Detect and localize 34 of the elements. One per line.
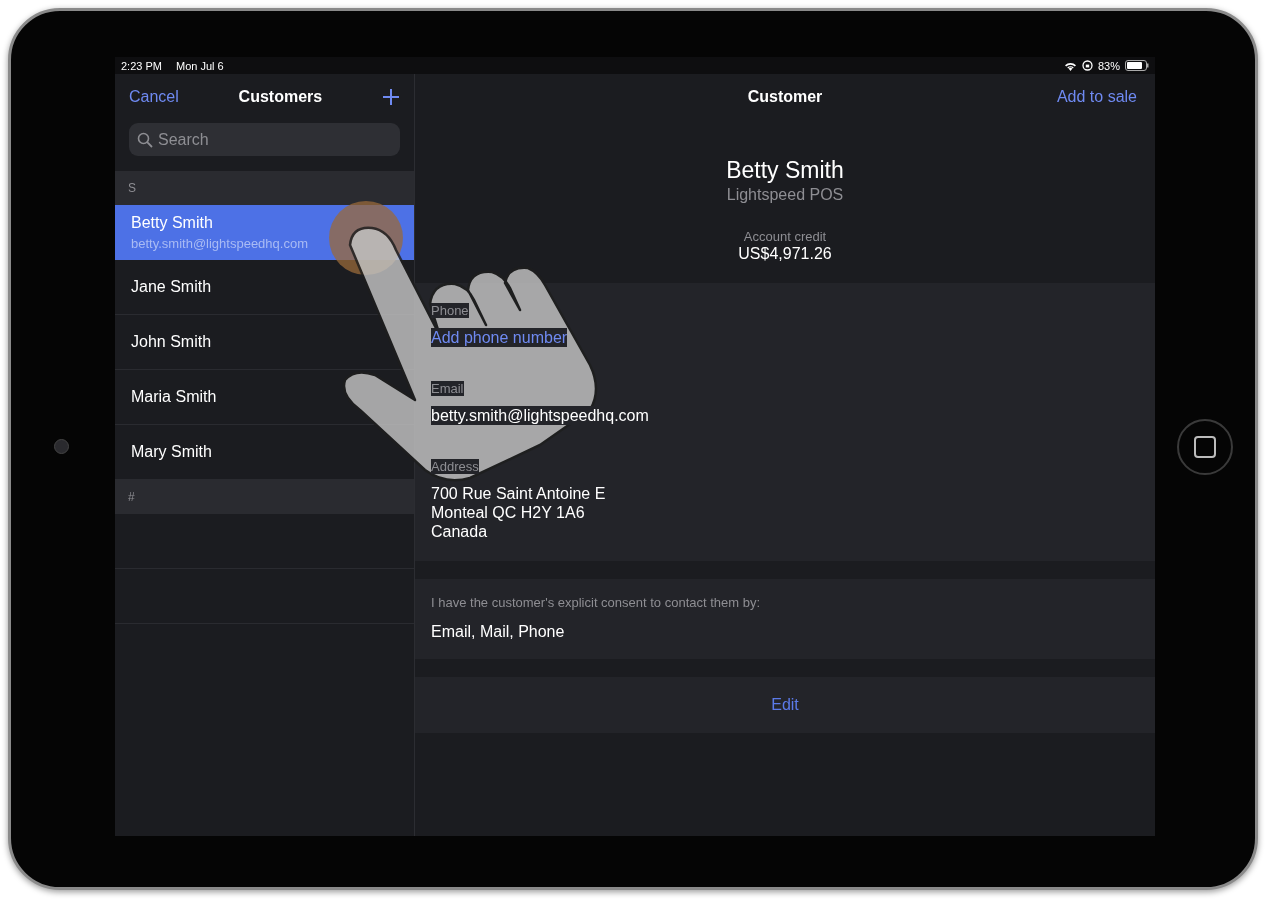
customer-name: John Smith <box>131 333 213 351</box>
battery-icon <box>1125 60 1149 71</box>
status-time: 2:23 PM <box>121 59 162 72</box>
field-label: Email <box>431 381 464 396</box>
add-icon[interactable] <box>382 88 400 106</box>
list-title: Customers <box>238 88 323 106</box>
credit-amount: US$4,971.26 <box>738 245 832 263</box>
cancel-button[interactable]: Cancel <box>129 88 179 106</box>
customer-name: Betty Smith <box>131 213 214 232</box>
rotation-lock-icon <box>1081 60 1093 71</box>
battery-percent: 83% <box>1097 59 1120 72</box>
credit-label: Account credit <box>743 229 827 244</box>
camera-icon <box>53 439 69 454</box>
section-header: S <box>115 171 414 205</box>
customer-email: betty.smith@lightspeedhq.com <box>131 235 309 251</box>
add-phone-link[interactable]: Add phone number <box>431 328 568 347</box>
company-name: Lightspeed POS <box>726 186 844 204</box>
section-header: # <box>115 480 414 514</box>
add-to-sale-button[interactable]: Add to sale <box>1056 88 1137 106</box>
customer-name: Mary Smith <box>131 443 213 461</box>
wifi-icon <box>1063 60 1077 71</box>
customer-name-heading: Betty Smith <box>726 157 844 184</box>
customer-name: Maria Smith <box>131 388 218 406</box>
field-label: Address <box>431 459 479 474</box>
field-value: Monteal QC H2Y 1A6 <box>431 503 585 522</box>
edit-button[interactable]: Edit <box>771 696 799 714</box>
search-field[interactable]: Search <box>129 123 400 156</box>
customer-name: Jane Smith <box>131 278 213 296</box>
status-date: Mon Jul 6 <box>175 59 224 72</box>
field-value: betty.smith@lightspeedhq.com <box>431 406 649 425</box>
consent-label: I have the customer's explicit consent to contact them by: <box>431 595 762 610</box>
field-label: Phone <box>431 303 469 318</box>
detail-title: Customer <box>747 88 823 106</box>
home-button[interactable] <box>1177 418 1233 475</box>
